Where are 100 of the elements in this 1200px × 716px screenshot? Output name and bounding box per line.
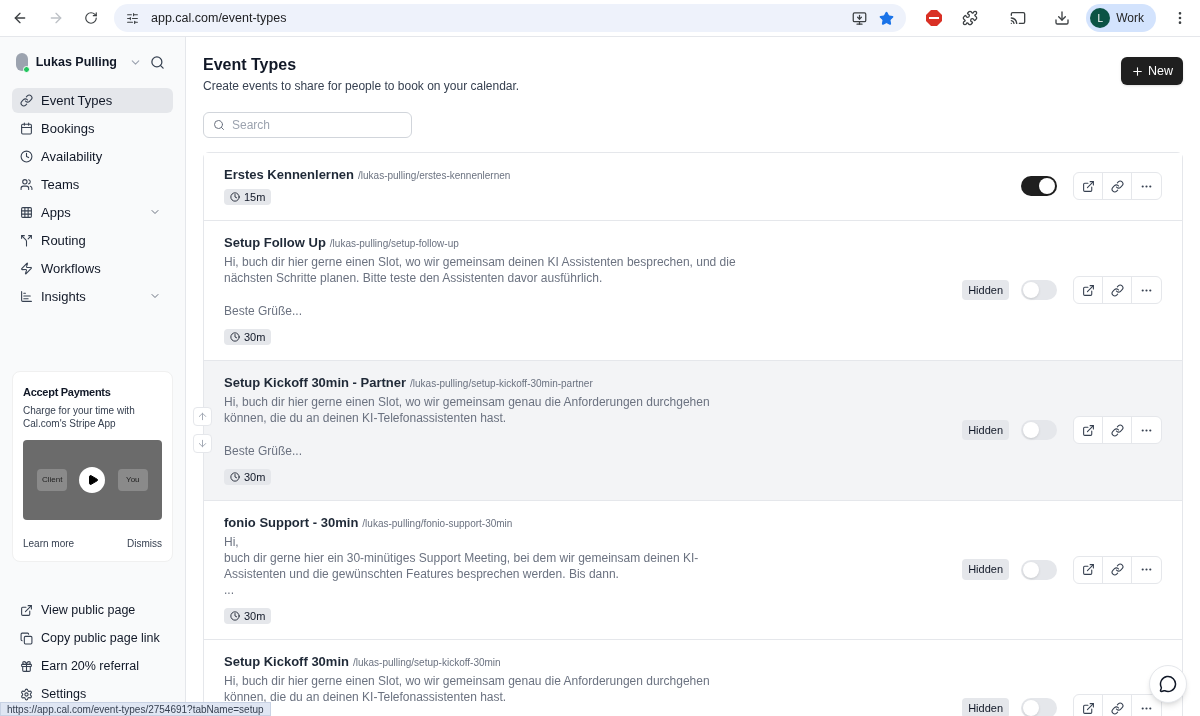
bar-chart-icon	[20, 289, 33, 303]
footer-label: Settings	[41, 686, 87, 704]
site-settings-icon[interactable]	[126, 11, 139, 25]
learn-more-link[interactable]: Learn more	[23, 536, 75, 552]
event-title: Setup Kickoff 30min	[224, 654, 349, 670]
promo-title: Accept Payments	[23, 384, 112, 400]
event-description: Hi, buch dir hier gerne einen Slot, wo wir gemeinsam genau die Anforderungen durchgehen können, die du an deinen KI-Telefonassistenten hast.	[224, 394, 711, 426]
event-description: ...	[224, 582, 235, 598]
footer-label: View public page	[41, 602, 136, 620]
nav-label: Insights	[41, 287, 86, 306]
clock-icon	[230, 472, 240, 482]
calendar-icon	[20, 121, 33, 135]
link-icon	[1110, 563, 1124, 576]
external-link-icon	[1081, 423, 1095, 437]
bookmark-star-icon[interactable]	[879, 10, 895, 26]
external-link-icon	[1081, 283, 1095, 297]
external-link-icon	[1081, 701, 1095, 715]
user-name[interactable]: Lukas Pulling	[35, 53, 117, 72]
hidden-badge: Hidden	[962, 697, 1009, 716]
search-icon[interactable]	[150, 54, 165, 70]
back-icon[interactable]	[12, 10, 28, 26]
nav-item[interactable]: Availability	[12, 143, 173, 169]
toggle-switch[interactable]	[1021, 420, 1057, 440]
footer-link[interactable]: View public page	[20, 601, 165, 620]
page-subtitle: Create events to share for people to book on your calendar.	[203, 78, 520, 95]
nav-label: Availability	[41, 147, 103, 166]
arrow-down-icon	[197, 438, 208, 449]
chat-icon	[1159, 675, 1177, 693]
toggle-switch[interactable]	[1021, 176, 1057, 196]
toggle-switch[interactable]	[1021, 698, 1057, 716]
cast-icon[interactable]	[1010, 10, 1027, 26]
video-thumbnail[interactable]: Client You	[23, 440, 162, 521]
extensions-icon[interactable]	[962, 10, 979, 26]
clock-icon	[230, 192, 240, 202]
install-icon[interactable]	[852, 10, 868, 26]
hidden-badge: Hidden	[962, 419, 1009, 441]
plus-icon	[1131, 64, 1144, 78]
avatar-icon	[16, 53, 28, 72]
profile-avatar: L	[1090, 8, 1111, 28]
users-icon	[20, 177, 33, 191]
event-description: buch dir gerne hier ein 30-minütiges Support Meeting, bei dem wir gemeinsam deinen KI-Assistenten und die gewünschten Features besprechen werden. Bis dann.	[224, 550, 700, 582]
event-row[interactable]: Erstes Kennenlernen /lukas-pulling/erstes-kennenlernen 15m	[204, 153, 1182, 221]
event-slug: /lukas-pulling/setup-follow-up	[329, 237, 459, 251]
event-title: Setup Kickoff 30min - Partner	[224, 375, 407, 391]
clock-icon	[230, 611, 240, 621]
toggle-switch[interactable]	[1021, 559, 1057, 580]
promo-text: Charge for your time with Cal.com's Stripe App	[23, 404, 136, 431]
nav-item[interactable]: Insights	[12, 283, 173, 309]
profile-chip[interactable]: L Work	[1086, 4, 1156, 32]
footer-link[interactable]: Earn 20% referral	[20, 657, 165, 676]
nav-label: Bookings	[41, 119, 95, 138]
play-icon[interactable]	[79, 467, 106, 494]
toggle-switch[interactable]	[1021, 280, 1057, 300]
event-title: Erstes Kennenlernen	[224, 167, 355, 183]
hidden-badge: Hidden	[962, 559, 1009, 580]
nav-item[interactable]: Workflows	[12, 255, 173, 281]
nav-item[interactable]: Bookings	[12, 115, 173, 141]
event-description: Hi, buch dir hier gerne einen Slot, wo wir gemeinsam deinen KI Assistenten besprechen, und die nächsten Schritte planen. Bitte teste den Assistenten davor ausführlich.	[224, 254, 737, 286]
search-field[interactable]: Search	[203, 112, 412, 138]
adblock-icon[interactable]	[926, 10, 943, 26]
nav-item[interactable]: Apps	[12, 199, 173, 225]
link-icon	[1110, 701, 1124, 715]
link-icon	[1110, 179, 1124, 193]
link-icon	[1110, 283, 1124, 297]
gift-icon	[20, 660, 33, 673]
reload-icon[interactable]	[84, 11, 98, 25]
clock-icon	[230, 332, 240, 342]
footer-link[interactable]: Settings	[20, 685, 165, 704]
arrow-up-icon	[197, 411, 208, 422]
address-bar[interactable]: app.cal.com/event-types	[114, 4, 907, 32]
external-link-icon	[20, 604, 33, 617]
link-icon	[20, 93, 33, 107]
new-button[interactable]: New	[1121, 57, 1183, 85]
external-link-icon	[1081, 179, 1095, 193]
dismiss-button[interactable]: Dismiss	[127, 536, 162, 552]
link-icon	[1110, 423, 1124, 437]
search-icon	[213, 119, 225, 131]
settings-icon	[20, 688, 33, 701]
footer-label: Copy public page link	[41, 630, 160, 648]
duration-badge: 15m	[224, 189, 272, 205]
nav-label: Teams	[41, 175, 80, 194]
event-description: Hi, buch dir hier gerne einen Slot, wo wir gemeinsam genau die Anforderungen durchgehen können, die du an deinen KI-Telefonassistenten hast.	[224, 673, 711, 705]
footer-link[interactable]: Copy public page link	[20, 629, 165, 648]
profile-name: Work	[1116, 10, 1144, 27]
duration-badge: 30m	[224, 469, 272, 485]
event-slug: /lukas-pulling/erstes-kennenlernen	[358, 169, 511, 183]
nav-item[interactable]: Event Types	[12, 87, 173, 113]
event-description: Beste Grüße...	[224, 443, 304, 459]
clock-icon	[20, 149, 33, 163]
nav-item[interactable]: Teams	[12, 171, 173, 197]
nav-label: Workflows	[41, 259, 101, 278]
download-icon[interactable]	[1054, 10, 1071, 26]
nav-item[interactable]: Routing	[12, 227, 173, 253]
video-label: You	[117, 469, 148, 492]
copy-icon	[20, 632, 33, 645]
external-link-icon	[1081, 563, 1095, 576]
event-slug: /lukas-pulling/fonio-support-30min	[362, 517, 513, 531]
hidden-badge: Hidden	[962, 279, 1009, 301]
nav-label: Event Types	[41, 91, 113, 110]
nav-label: Routing	[41, 231, 86, 250]
